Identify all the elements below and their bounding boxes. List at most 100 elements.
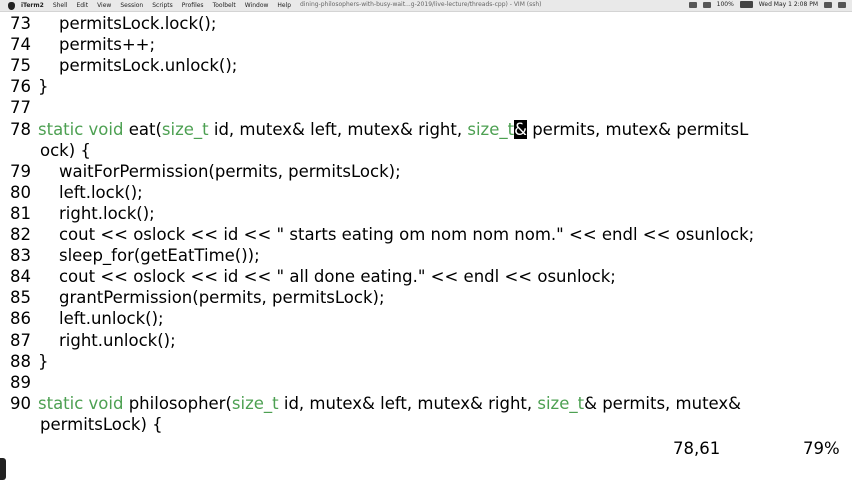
line-number: 81 bbox=[10, 203, 31, 223]
code-token: cout << oslock << id << " all done eatin… bbox=[38, 267, 616, 287]
menu-item-edit[interactable]: Edit bbox=[76, 2, 88, 9]
window-title: dining-philosophers-with-busy-wait...g-2… bbox=[300, 1, 542, 8]
menu-item-window[interactable]: Window bbox=[245, 2, 269, 9]
battery-percent: 100% bbox=[716, 1, 734, 8]
line-number: 75 bbox=[10, 56, 31, 76]
code-token: left.lock(); bbox=[38, 182, 143, 202]
code-text: grantPermission(permits, permitsLock); bbox=[38, 288, 385, 307]
code-text: } bbox=[38, 352, 49, 371]
code-text: } bbox=[38, 77, 49, 96]
menu-item-shell[interactable]: Shell bbox=[53, 2, 68, 9]
line-number: 84 bbox=[10, 267, 31, 287]
code-token: philosopher( bbox=[123, 393, 232, 413]
keyword-token: size_t bbox=[467, 119, 515, 139]
menu-item-toolbelt[interactable]: Toolbelt bbox=[213, 2, 236, 9]
code-token: id, mutex& left, mutex& right, bbox=[208, 119, 468, 139]
code-token: eat( bbox=[123, 119, 162, 139]
line-number: 79 bbox=[10, 161, 31, 181]
keyword-token: static void bbox=[38, 119, 124, 139]
search-icon[interactable] bbox=[824, 1, 832, 8]
menu-item-help[interactable]: Help bbox=[277, 2, 291, 9]
menu-item-scripts[interactable]: Scripts bbox=[152, 2, 173, 9]
line-number: 90 bbox=[10, 393, 31, 413]
apple-menu-icon[interactable] bbox=[8, 1, 15, 10]
keyword-token: size_t bbox=[231, 393, 279, 413]
keyword-token: static void bbox=[38, 393, 124, 413]
code-line: 90 static void philosopher(size_t id, mut… bbox=[10, 393, 741, 414]
code-line: 75 permitsLock.unlock(); bbox=[10, 55, 237, 76]
code-line: 82 cout << oslock << id << " starts eati… bbox=[10, 224, 754, 245]
code-line: 77 bbox=[10, 97, 38, 118]
code-token: permitsLock.lock(); bbox=[38, 14, 217, 33]
code-line: 79 waitForPermission(permits, permitsLoc… bbox=[10, 161, 401, 182]
menu-item-session[interactable]: Session bbox=[120, 2, 143, 9]
code-token: } bbox=[38, 77, 49, 97]
code-text: ock) { bbox=[40, 141, 91, 160]
code-token: right.unlock(); bbox=[38, 330, 176, 350]
code-text: cout << oslock << id << " starts eating … bbox=[38, 225, 754, 244]
code-line: 83 sleep_for(getEatTime()); bbox=[10, 245, 260, 266]
code-line: 80 left.lock(); bbox=[10, 182, 143, 203]
battery-fill bbox=[740, 2, 752, 7]
battery-icon[interactable] bbox=[739, 1, 753, 8]
code-line: 86 left.unlock(); bbox=[10, 308, 164, 329]
code-token: cout << oslock << id << " starts eating … bbox=[38, 225, 755, 244]
code-text: left.lock(); bbox=[38, 183, 143, 202]
line-number: 73 bbox=[10, 14, 31, 33]
code-line: 89 bbox=[10, 372, 38, 393]
code-token: permitsLock.unlock(); bbox=[38, 56, 238, 76]
line-number: 78 bbox=[10, 119, 31, 139]
code-text: static void eat(size_t id, mutex& left, … bbox=[38, 119, 749, 139]
line-number: 85 bbox=[10, 288, 31, 308]
menu-item-view[interactable]: View bbox=[97, 2, 111, 9]
line-number: 74 bbox=[10, 35, 31, 55]
code-text: permits++; bbox=[38, 35, 155, 54]
app-menu[interactable]: iTerm2 bbox=[21, 2, 44, 9]
code-line: 84 cout << oslock << id << " all done ea… bbox=[10, 266, 616, 287]
scroll-percent: 79% bbox=[803, 439, 840, 458]
code-line: 81 right.lock(); bbox=[10, 203, 155, 224]
code-line: 73 permitsLock.lock(); bbox=[10, 13, 216, 34]
clock[interactable]: Wed May 1 2:08 PM bbox=[759, 1, 818, 8]
code-line: permitsLock) { bbox=[40, 414, 163, 435]
menu-items: Shell Edit View Session Scripts Profiles Toolb… bbox=[53, 2, 300, 9]
keyword-token: size_t bbox=[161, 119, 209, 139]
cursor-position: 78,61 bbox=[673, 439, 721, 458]
notification-center-icon[interactable] bbox=[838, 1, 846, 8]
code-line: 78 static void eat(size_t id, mutex& left… bbox=[10, 119, 748, 140]
volume-icon[interactable] bbox=[702, 1, 711, 8]
code-text: sleep_for(getEatTime()); bbox=[38, 246, 260, 265]
code-token: ock) { bbox=[40, 140, 91, 160]
menu-bar: iTerm2 Shell Edit View Session Scripts Profil… bbox=[0, 0, 852, 12]
text-cursor: & bbox=[514, 119, 527, 139]
line-number: 77 bbox=[10, 98, 31, 118]
code-line: 85 grantPermission(permits, permitsLock)… bbox=[10, 287, 385, 308]
line-number: 86 bbox=[10, 309, 31, 329]
vim-editor[interactable]: 73 permitsLock.lock(); 74 permits++; 75 pe… bbox=[0, 13, 852, 435]
code-text: static void philosopher(size_t id, mutex… bbox=[38, 394, 741, 413]
wifi-icon[interactable] bbox=[688, 1, 697, 8]
code-text: left.unlock(); bbox=[38, 309, 164, 328]
code-text: cout << oslock << id << " all done eatin… bbox=[38, 267, 616, 286]
code-text: permitsLock.unlock(); bbox=[38, 56, 237, 75]
vim-status-line: 78,61 79% bbox=[0, 437, 852, 461]
line-number: 80 bbox=[10, 182, 31, 202]
code-text: permitsLock.lock(); bbox=[38, 14, 216, 33]
code-line: 74 permits++; bbox=[10, 34, 155, 55]
line-number: 83 bbox=[10, 246, 31, 266]
code-text: waitForPermission(permits, permitsLock); bbox=[38, 162, 401, 181]
code-line: ock) { bbox=[40, 140, 91, 161]
dock-edge bbox=[0, 458, 6, 480]
keyword-token: size_t bbox=[537, 393, 585, 413]
code-text: right.unlock(); bbox=[38, 331, 176, 350]
code-token: permits++; bbox=[38, 35, 156, 55]
code-token: permits, mutex& permitsL bbox=[526, 119, 749, 139]
code-token: } bbox=[38, 351, 49, 371]
code-token: sleep_for(getEatTime()); bbox=[38, 246, 260, 266]
code-token: waitForPermission(permits, permitsLock); bbox=[38, 161, 401, 181]
line-number: 76 bbox=[10, 77, 31, 97]
line-number: 88 bbox=[10, 351, 31, 371]
menu-item-profiles[interactable]: Profiles bbox=[182, 2, 204, 9]
code-line: 88} bbox=[10, 351, 49, 372]
code-token: & permits, mutex& bbox=[584, 393, 742, 413]
